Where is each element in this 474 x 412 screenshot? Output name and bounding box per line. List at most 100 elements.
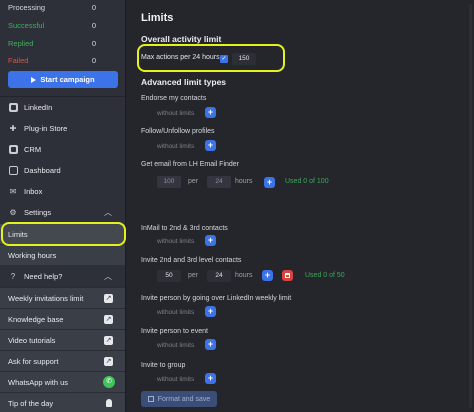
limit-label: Invite to group: [141, 362, 186, 369]
add-limit-button[interactable]: +: [262, 270, 273, 281]
nav-crm[interactable]: CRM: [0, 139, 125, 159]
nav-label: Inbox: [24, 186, 43, 196]
help-ask-support[interactable]: Ask for support ↗: [0, 350, 125, 371]
nav-label: CRM: [24, 144, 42, 154]
stat-label: Replied: [8, 39, 34, 48]
play-icon: [31, 76, 37, 83]
add-limit-button[interactable]: +: [264, 177, 275, 188]
help-whatsapp[interactable]: WhatsApp with us ✆: [0, 371, 125, 392]
stat-value: 0: [91, 21, 96, 30]
nav-inbox[interactable]: ✉ Inbox: [0, 181, 125, 201]
crm-icon: [8, 144, 18, 154]
limit-count-input[interactable]: 100: [157, 176, 181, 188]
help-label: Tip of the day: [8, 398, 54, 408]
stat-failed: Failed 0: [8, 56, 96, 68]
stat-value: 0: [91, 56, 96, 65]
add-limit-button[interactable]: +: [205, 339, 216, 350]
sidebar: Processing 0 Successful 0 Replied 0 Fail…: [0, 0, 126, 412]
limit-label: Invite person to event: [141, 328, 208, 335]
add-limit-button[interactable]: +: [205, 373, 216, 384]
limit-label: Invite 2nd and 3rd level contacts: [141, 257, 242, 264]
external-link-icon: ↗: [104, 293, 113, 303]
stat-label: Failed: [8, 56, 29, 65]
nav-settings[interactable]: ⚙ Settings ︿: [0, 202, 125, 222]
nav-label: Dashboard: [24, 165, 61, 175]
linkedin-icon: [8, 102, 18, 112]
stat-value: 0: [91, 3, 96, 12]
without-limits-text: without limits: [157, 110, 195, 117]
nav-label: Settings: [24, 207, 52, 217]
nav-label: Need help?: [24, 271, 63, 281]
limit-label: InMail to 2nd & 3rd contacts: [141, 225, 228, 232]
help-weekly-invitations[interactable]: Weekly invitations limit ↗: [0, 287, 125, 308]
help-tip-of-day[interactable]: Tip of the day: [0, 392, 125, 412]
highlight-max-actions: [137, 44, 285, 72]
help-label: Knowledge base: [8, 314, 64, 324]
gear-icon: ⚙: [9, 207, 17, 217]
external-link-icon: ↗: [104, 314, 113, 324]
per-text: per: [188, 272, 199, 279]
without-limits-text: without limits: [157, 376, 195, 383]
add-limit-button[interactable]: +: [205, 140, 216, 151]
help-label: Weekly invitations limit: [8, 293, 84, 303]
help-label: Ask for support: [8, 356, 59, 366]
limit-label: Endorse my contacts: [141, 95, 207, 102]
nav-plugin-store[interactable]: ✚ Plug-in Store: [0, 118, 125, 138]
add-limit-button[interactable]: +: [205, 107, 216, 118]
help-icon: ?: [10, 271, 16, 281]
stat-replied: Replied 0: [8, 39, 96, 51]
without-limits-text: without limits: [157, 238, 195, 245]
stat-value: 0: [91, 39, 96, 48]
nav-label: Plug-in Store: [24, 123, 68, 133]
per-text: per: [188, 178, 199, 185]
dashboard-icon: [8, 165, 18, 175]
start-campaign-label: Start campaign: [40, 75, 95, 84]
whatsapp-icon: ✆: [103, 376, 115, 388]
stat-label: Successful: [8, 21, 45, 30]
add-limit-button[interactable]: +: [205, 235, 216, 246]
start-campaign-button[interactable]: Start campaign: [8, 71, 118, 88]
lightbulb-icon: [106, 399, 112, 407]
hours-text: hours: [235, 272, 253, 279]
hours-text: hours: [235, 178, 253, 185]
chevron-up-icon: ︿: [104, 207, 112, 217]
limit-count-input[interactable]: 50: [157, 270, 181, 282]
overall-limit-title: Overall activity limit: [141, 34, 222, 44]
without-limits-text: without limits: [157, 342, 195, 349]
without-limits-text: without limits: [157, 143, 195, 150]
sub-label: Working hours: [8, 250, 57, 260]
stat-processing: Processing 0: [8, 3, 96, 15]
nav-need-help[interactable]: ? Need help? ︿: [0, 266, 125, 286]
trash-icon[interactable]: [282, 270, 293, 281]
help-video-tutorials[interactable]: Video tutorials ↗: [0, 329, 125, 350]
limit-label: Get email from LH Email Finder: [141, 161, 240, 168]
advanced-limits-title: Advanced limit types: [141, 77, 227, 87]
limit-label: Follow/Unfollow profiles: [141, 128, 215, 135]
help-knowledge-base[interactable]: Knowledge base ↗: [0, 308, 125, 329]
without-limits-text: without limits: [157, 309, 195, 316]
highlight-limits: [1, 222, 126, 246]
save-icon: [147, 396, 154, 402]
sidebar-item-working-hours[interactable]: Working hours: [0, 245, 125, 265]
nav-dashboard[interactable]: Dashboard: [0, 160, 125, 180]
external-link-icon: ↗: [104, 335, 113, 345]
save-label: Format and save: [157, 395, 211, 403]
limit-period-input[interactable]: 24: [207, 176, 231, 188]
puzzle-icon: ✚: [9, 123, 17, 133]
add-limit-button[interactable]: +: [205, 306, 216, 317]
external-link-icon: ↗: [104, 356, 113, 366]
chevron-up-icon: ︿: [104, 271, 112, 281]
limit-label: Invite person by going over LinkedIn wee…: [141, 295, 292, 302]
help-label: WhatsApp with us: [8, 377, 69, 387]
nav-label: LinkedIn: [24, 102, 53, 112]
save-button[interactable]: Format and save: [141, 391, 217, 407]
stat-label: Processing: [8, 3, 46, 12]
scrollbar[interactable]: [469, 4, 472, 408]
nav-linkedin[interactable]: LinkedIn: [0, 97, 125, 117]
page-title: Limits: [141, 12, 174, 24]
used-count: Used 0 of 100: [285, 178, 329, 185]
stat-successful: Successful 0: [8, 21, 96, 33]
help-label: Video tutorials: [8, 335, 56, 345]
used-count: Used 0 of 50: [305, 272, 345, 279]
limit-period-input[interactable]: 24: [207, 270, 231, 282]
